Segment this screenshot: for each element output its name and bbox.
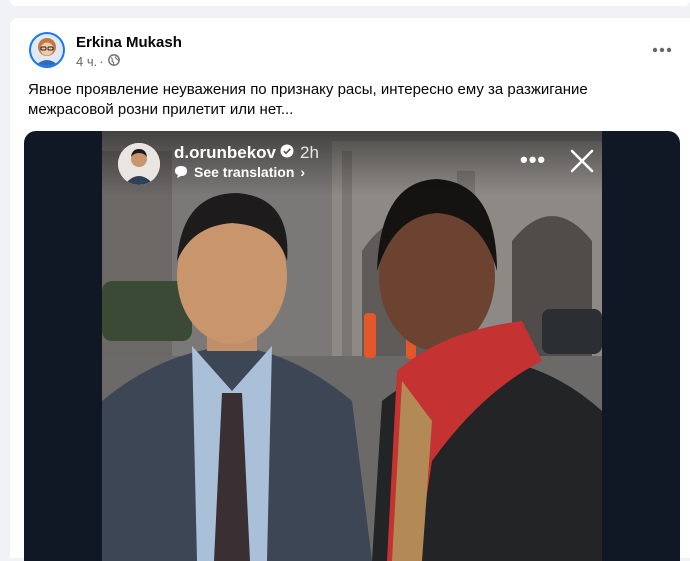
author-avatar[interactable] bbox=[29, 32, 65, 68]
story-photo bbox=[102, 131, 602, 561]
more-dots-icon bbox=[652, 47, 672, 53]
post-card: Erkina Mukash 4 ч. · Явное проявление не… bbox=[10, 18, 690, 561]
chevron-right-icon: › bbox=[300, 164, 306, 180]
post-meta: 4 ч. · bbox=[76, 54, 120, 69]
story-user-avatar[interactable] bbox=[118, 143, 160, 185]
meta-separator: · bbox=[99, 54, 104, 69]
see-translation-label: See translation bbox=[194, 164, 295, 180]
speech-bubble-icon bbox=[175, 166, 187, 178]
see-translation[interactable]: See translation › bbox=[174, 164, 305, 180]
post-text: Явное проявление неуважения по признаку … bbox=[28, 81, 588, 118]
author-name[interactable]: Erkina Mukash bbox=[76, 34, 182, 51]
story-screenshot: d.orunbekov 2h See translation › ••• bbox=[102, 131, 602, 561]
post-media[interactable]: d.orunbekov 2h See translation › ••• bbox=[24, 131, 680, 561]
story-time: 2h bbox=[300, 143, 319, 162]
close-icon[interactable] bbox=[569, 148, 595, 174]
post-time[interactable]: 4 ч. bbox=[76, 54, 97, 69]
story-more-icon[interactable]: ••• bbox=[520, 147, 546, 173]
globe-icon bbox=[107, 54, 120, 69]
previous-card-edge bbox=[10, 0, 690, 6]
story-username[interactable]: d.orunbekov bbox=[174, 143, 276, 163]
post-more-button[interactable] bbox=[644, 32, 680, 68]
verified-icon bbox=[280, 143, 294, 163]
story-username-row: d.orunbekov 2h bbox=[174, 143, 319, 163]
